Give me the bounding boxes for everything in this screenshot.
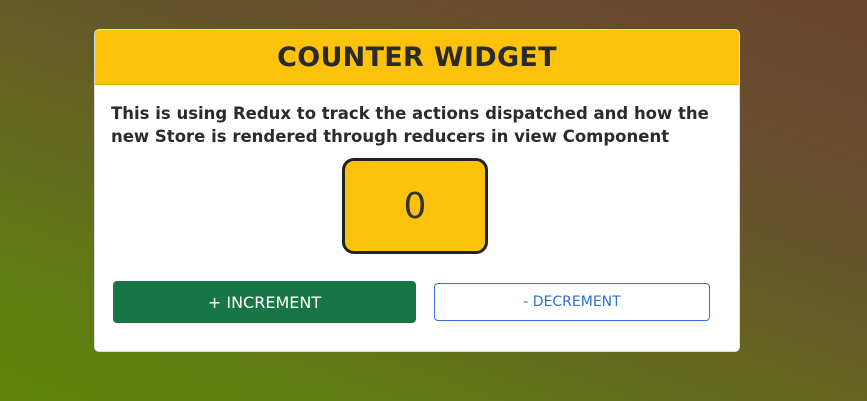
increment-button[interactable]: + INCREMENT: [113, 281, 416, 323]
decrement-button[interactable]: - DECREMENT: [434, 283, 710, 321]
counter-widget-card: COUNTER WIDGET This is using Redux to tr…: [94, 29, 740, 352]
card-header: COUNTER WIDGET: [95, 30, 739, 85]
widget-title: COUNTER WIDGET: [277, 41, 557, 73]
counter-display: 0: [342, 158, 488, 254]
widget-description: This is using Redux to track the actions…: [111, 104, 709, 146]
counter-value: 0: [403, 185, 427, 227]
